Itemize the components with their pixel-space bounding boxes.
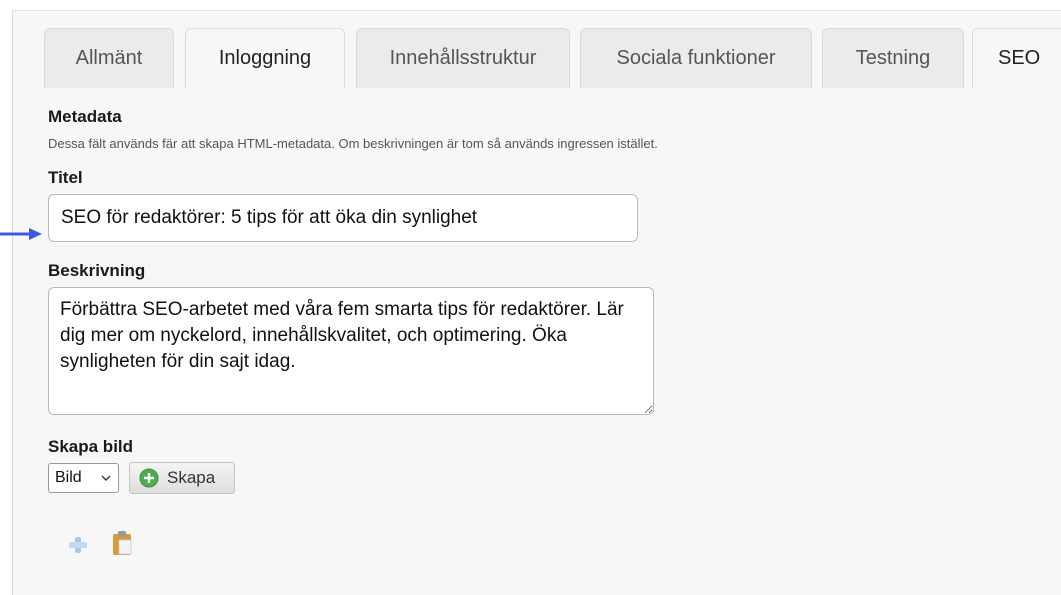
pointer-arrow-icon <box>0 228 42 240</box>
add-icon[interactable] <box>66 533 90 555</box>
plus-circle-icon <box>139 468 159 488</box>
tab-label: Allmänt <box>75 47 143 69</box>
tab-bar: Allmänt Inloggning Innehållsstruktur Soc… <box>44 28 1061 88</box>
tab-inloggning[interactable]: Inloggning <box>185 28 345 88</box>
tab-label: Testning <box>855 47 931 69</box>
description-textarea[interactable]: Förbättra SEO-arbetet med våra fem smart… <box>48 287 654 415</box>
tab-seo[interactable]: SEO <box>972 28 1061 88</box>
metadata-help-text: Dessa fält används fär att skapa HTML-me… <box>48 136 658 151</box>
description-label: Beskrivning <box>48 261 146 280</box>
clipboard-icon[interactable] <box>110 530 134 556</box>
tab-testning[interactable]: Testning <box>822 28 964 88</box>
tab-label: Sociala funktioner <box>616 47 776 69</box>
tab-sociala-funktioner[interactable]: Sociala funktioner <box>580 28 812 88</box>
tab-label: SEO <box>998 47 1041 69</box>
title-label: Titel <box>48 168 83 187</box>
title-input[interactable] <box>48 194 638 242</box>
image-type-select[interactable]: Bild <box>48 463 119 493</box>
image-type-select-value: Bild <box>55 469 82 486</box>
chevron-down-icon <box>101 475 111 481</box>
create-image-button[interactable]: Skapa <box>129 462 235 494</box>
tab-innehallsstruktur[interactable]: Innehållsstruktur <box>356 28 570 88</box>
metadata-heading: Metadata <box>48 107 122 126</box>
tab-label: Innehållsstruktur <box>389 47 537 69</box>
tab-label: Inloggning <box>218 47 312 69</box>
create-image-button-label: Skapa <box>167 468 216 487</box>
create-image-label: Skapa bild <box>48 437 134 456</box>
tab-allmant[interactable]: Allmänt <box>44 28 174 88</box>
